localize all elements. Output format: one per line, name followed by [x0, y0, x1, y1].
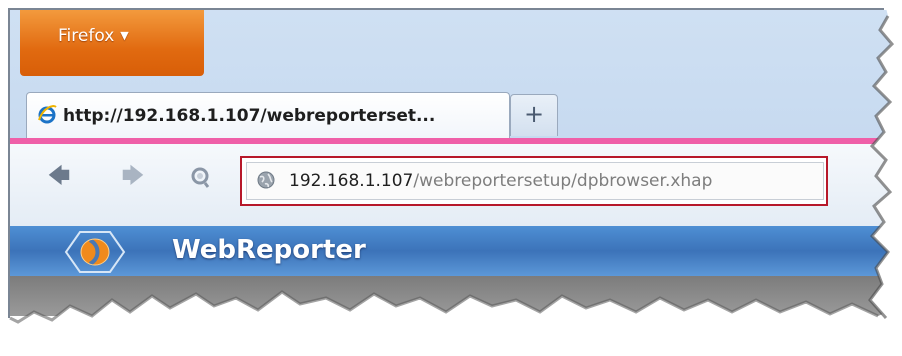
url-path: /webreportersetup/dpbrowser.xhap	[413, 171, 713, 191]
webreporter-logo-icon	[64, 231, 126, 273]
plus-icon: +	[523, 100, 545, 128]
address-bar-input[interactable]: 192.168.1.107/webreportersetup/dpbrowser…	[246, 162, 824, 200]
screenshot-frame: Firefox ▼ http://192.168.1.107/webreporte…	[0, 0, 902, 356]
reload-icon[interactable]	[186, 162, 216, 192]
tab-title: http://192.168.1.107/webreporterset...	[63, 106, 436, 126]
globe-icon	[257, 171, 275, 189]
app-body	[10, 276, 890, 316]
forward-arrow-icon[interactable]: 🡆	[118, 162, 148, 192]
app-title: WebReporter	[172, 235, 366, 265]
chevron-down-icon: ▼	[120, 29, 129, 42]
active-tab[interactable]: http://192.168.1.107/webreporterset...	[26, 92, 510, 138]
url-host: 192.168.1.107	[289, 171, 414, 191]
firefox-menu-label: Firefox	[58, 26, 115, 46]
reload-glyph-icon	[191, 167, 210, 188]
firefox-menu-button[interactable]: Firefox ▼	[20, 10, 204, 76]
back-arrow-icon[interactable]: 🡄	[44, 162, 74, 192]
new-tab-button[interactable]: +	[510, 94, 558, 136]
app-header	[10, 226, 890, 276]
ie-favicon-icon	[38, 105, 57, 124]
